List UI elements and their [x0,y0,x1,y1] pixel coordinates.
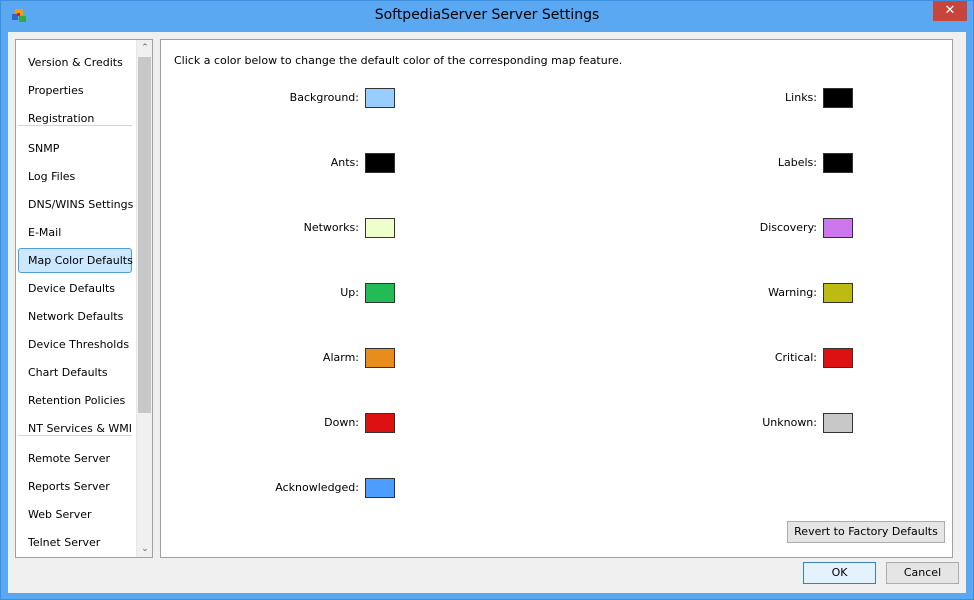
color-swatch-button[interactable] [823,218,853,238]
color-setting-row: Down: [155,413,395,433]
color-swatch-button[interactable] [823,153,853,173]
nav-separator [18,435,132,436]
sidebar-item[interactable]: NT Services & WMI [18,416,132,441]
settings-nav-list: Version & Credits Properties Registration S… [15,39,153,558]
sidebar-item[interactable]: Remote Server [18,446,132,471]
title-bar: SoftpediaServer Server Settings ✕ [1,1,973,32]
color-setting-row: Labels: [613,153,853,173]
color-setting-label: Unknown: [762,416,817,429]
sidebar-item[interactable]: DNS/WINS Settings [18,192,133,217]
color-setting-label: Background: [289,91,359,104]
color-swatch-button[interactable] [365,153,395,173]
color-setting-row: Alarm: [155,348,395,368]
color-setting-row: Warning: [613,283,853,303]
color-setting-label: Warning: [768,286,817,299]
scroll-up-icon[interactable]: ⌃ [137,40,152,56]
color-swatch-button[interactable] [365,413,395,433]
ok-button[interactable]: OK [803,562,876,584]
sidebar-item[interactable]: Registration [18,106,132,131]
sidebar-item[interactable]: Version & Credits [18,50,132,75]
color-setting-label: Up: [340,286,359,299]
cancel-button[interactable]: Cancel [886,562,959,584]
color-swatch-button[interactable] [823,413,853,433]
sidebar-item[interactable]: SNMP [18,136,132,161]
sidebar-item[interactable]: Log Files [18,164,132,189]
color-setting-label: Links: [785,91,817,104]
color-setting-row: Discovery: [613,218,853,238]
color-swatch-button[interactable] [365,283,395,303]
color-swatch-button[interactable] [365,478,395,498]
color-swatch-button[interactable] [823,283,853,303]
scroll-thumb[interactable] [138,57,151,413]
close-button[interactable]: ✕ [933,1,967,21]
sidebar-item[interactable]: Chart Defaults [18,360,132,385]
sidebar-item[interactable]: Network Defaults [18,304,132,329]
client-area: Version & Credits Properties Registration S… [8,32,966,593]
color-setting-label: Down: [324,416,359,429]
sidebar-item[interactable]: Device Defaults [18,276,132,301]
color-setting-row: Unknown: [613,413,853,433]
sidebar-item[interactable]: Retention Policies [18,388,132,413]
sidebar-item[interactable]: Device Thresholds [18,332,132,357]
color-setting-row: Background: [155,88,395,108]
sidebar-item[interactable]: Properties [18,78,132,103]
color-setting-row: Links: [613,88,853,108]
color-swatch-button[interactable] [365,218,395,238]
color-setting-label: Alarm: [322,351,359,364]
sidebar-item[interactable]: Reports Server [18,474,132,499]
color-setting-row: Networks: [155,218,395,238]
color-swatch-button[interactable] [823,348,853,368]
revert-factory-defaults-button[interactable]: Revert to Factory Defaults [787,521,945,543]
color-setting-row: Critical: [613,348,853,368]
map-color-panel: Click a color below to change the defaul… [160,39,953,558]
sidebar-item[interactable]: Web Server [18,502,132,527]
scroll-down-icon[interactable]: ⌄ [137,541,152,557]
color-setting-label: Networks: [303,221,359,234]
color-swatch-button[interactable] [823,88,853,108]
color-setting-label: Critical: [774,351,817,364]
color-swatch-button[interactable] [365,88,395,108]
color-setting-label: Ants: [330,156,359,169]
nav-separator [18,125,132,126]
color-setting-row: Ants: [155,153,395,173]
sidebar-item[interactable]: Telnet Server [18,530,132,555]
sidebar-item[interactable]: E-Mail [18,220,132,245]
window-title: SoftpediaServer Server Settings [374,7,600,23]
color-setting-label: Acknowledged: [275,481,359,494]
instructions-text: Click a color below to change the defaul… [174,54,623,67]
color-setting-label: Discovery: [759,221,817,234]
color-setting-row: Up: [155,283,395,303]
color-setting-row: Acknowledged: [155,478,395,498]
sidebar-item[interactable]: Map Color Defaults [18,248,133,273]
nav-scrollbar[interactable]: ⌃ ⌄ [136,40,152,557]
color-setting-label: Labels: [777,156,817,169]
settings-window: SoftpediaServer Server Settings ✕ Versio… [0,0,974,600]
color-swatch-button[interactable] [365,348,395,368]
